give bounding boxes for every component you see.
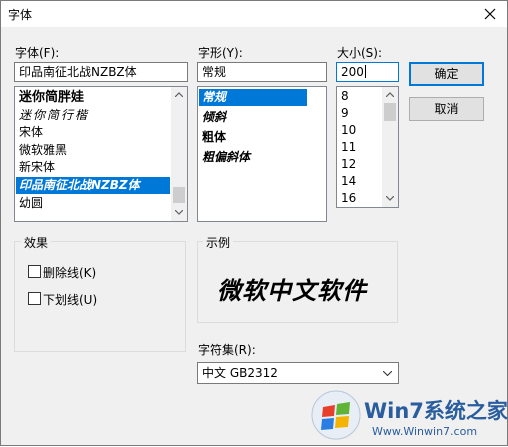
chevron-down-icon xyxy=(383,371,392,376)
font-list-item[interactable]: 新宋体 xyxy=(16,159,170,176)
font-list-item[interactable]: 印品南征北战NZBZ体 xyxy=(16,177,170,194)
watermark-url: Www.Winwin7.com xyxy=(372,425,478,438)
size-list-item[interactable]: 14 xyxy=(338,173,381,190)
font-label: 字体(F): xyxy=(15,46,60,60)
style-list[interactable]: 常规倾斜粗体粗偏斜体 xyxy=(197,86,327,222)
watermark-logo: Win7系统之家 Www.Winwin7.com xyxy=(306,383,508,447)
style-field[interactable]: 常规 xyxy=(197,62,327,82)
ok-button[interactable]: 确定 xyxy=(409,62,484,86)
size-list-item[interactable]: 8 xyxy=(338,88,381,105)
size-list-scrollbar[interactable] xyxy=(382,87,398,207)
scroll-down-arrow-icon[interactable] xyxy=(382,191,398,207)
scroll-up-arrow-icon[interactable] xyxy=(171,87,187,103)
size-list[interactable]: 8 9 10 11 12 14 16 xyxy=(336,86,399,208)
size-list-item[interactable]: 11 xyxy=(338,139,381,156)
strikeout-label[interactable]: 删除线(K) xyxy=(43,264,96,281)
scroll-up-arrow-icon[interactable] xyxy=(382,87,398,103)
watermark-brand: Win7系统之家 xyxy=(364,399,508,423)
window-title: 字体 xyxy=(8,8,33,22)
sample-label: 示例 xyxy=(203,234,234,251)
font-list-item[interactable]: 宋体 xyxy=(16,124,170,141)
size-label: 大小(S): xyxy=(337,46,383,60)
sample-text: 微软中文软件 xyxy=(217,277,367,305)
title-bar: 字体 xyxy=(1,1,507,27)
font-list-scrollbar[interactable] xyxy=(171,87,187,221)
close-button[interactable] xyxy=(473,1,507,27)
font-list-item[interactable]: 迷你简胖娃 xyxy=(16,89,170,106)
font-dialog: 字体 字体(F): 印品南征北战NZBZ体 迷你简胖娃 迷你简行楷 宋体 微软雅黑 新宋… xyxy=(0,0,508,446)
font-list-item[interactable]: 幼圆 xyxy=(16,195,170,212)
effects-label: 效果 xyxy=(21,234,52,251)
charset-value: 中文 GB2312 xyxy=(202,366,278,380)
size-list-item[interactable]: 10 xyxy=(338,122,381,139)
scroll-thumb[interactable] xyxy=(173,187,185,203)
size-list-item[interactable]: 9 xyxy=(338,105,381,122)
style-label: 字形(Y): xyxy=(198,46,243,60)
size-list-item[interactable]: 16 xyxy=(338,190,381,207)
scroll-thumb[interactable] xyxy=(384,103,396,121)
scroll-down-arrow-icon[interactable] xyxy=(171,205,187,221)
size-list-item[interactable]: 12 xyxy=(338,156,381,173)
charset-select[interactable]: 中文 GB2312 xyxy=(197,362,399,384)
size-field[interactable]: 200 xyxy=(336,62,399,82)
style-list-item[interactable]: 常规 xyxy=(199,89,307,106)
cancel-button[interactable]: 取消 xyxy=(409,97,484,121)
style-list-item[interactable]: 粗体 xyxy=(199,129,326,146)
close-icon xyxy=(484,8,496,20)
strikeout-checkbox[interactable] xyxy=(28,265,41,278)
font-list-item[interactable]: 迷你简行楷 xyxy=(16,107,170,124)
style-list-item[interactable]: 倾斜 xyxy=(199,109,326,126)
style-list-item[interactable]: 粗偏斜体 xyxy=(199,149,326,166)
charset-label: 字符集(R): xyxy=(198,343,256,357)
underline-checkbox[interactable] xyxy=(28,292,41,305)
font-list[interactable]: 迷你简胖娃 迷你简行楷 宋体 微软雅黑 新宋体 印品南征北战NZBZ体 幼圆 xyxy=(14,86,188,222)
font-list-item[interactable]: 微软雅黑 xyxy=(16,142,170,159)
font-name-field[interactable]: 印品南征北战NZBZ体 xyxy=(14,62,188,82)
windows-logo-icon xyxy=(311,390,361,440)
size-value: 200 xyxy=(341,65,364,79)
underline-label[interactable]: 下划线(U) xyxy=(43,291,97,308)
